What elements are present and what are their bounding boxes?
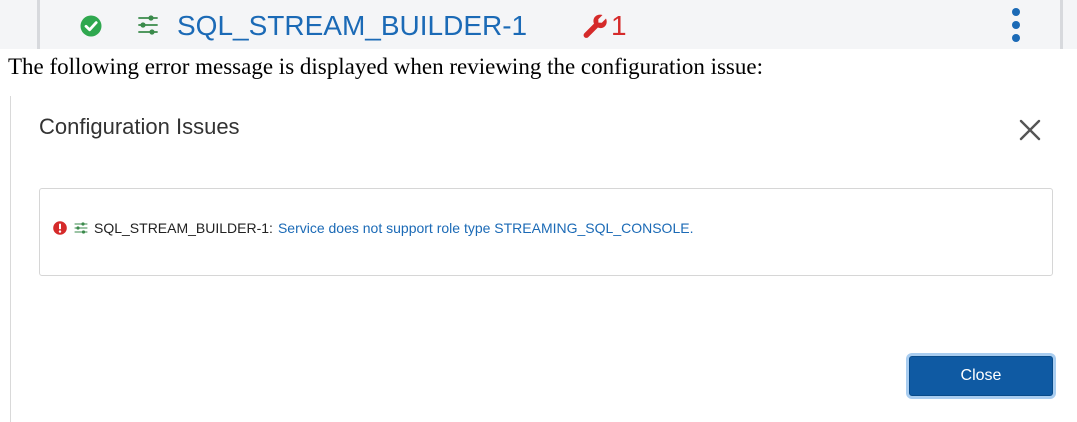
configuration-issues-dialog: Configuration Issues SQL_STREAM_BUILDER-… (0, 96, 1077, 422)
configuration-issues-indicator[interactable]: 1 (582, 6, 627, 46)
issue-item: SQL_STREAM_BUILDER-1: Service does not s… (53, 217, 693, 239)
check-circle-icon (80, 15, 102, 37)
dialog-border (10, 96, 11, 422)
issue-service-name: SQL_STREAM_BUILDER-1: (94, 220, 273, 236)
stream-builder-icon (74, 222, 88, 234)
issues-panel: SQL_STREAM_BUILDER-1: Service does not s… (39, 188, 1053, 276)
service-name-link[interactable]: SQL_STREAM_BUILDER-1 (177, 6, 527, 46)
stream-builder-icon (138, 15, 158, 35)
divider (1060, 0, 1063, 49)
kebab-menu-icon[interactable] (1002, 7, 1030, 43)
service-row: SQL_STREAM_BUILDER-1 1 (0, 0, 1077, 49)
dialog-title: Configuration Issues (39, 114, 240, 139)
issue-message-link[interactable]: Service does not support role type STREA… (278, 220, 694, 236)
menu-dot (1012, 34, 1020, 42)
divider (37, 0, 40, 49)
caption-text: The following error message is displayed… (8, 54, 763, 79)
wrench-icon (583, 14, 607, 38)
menu-dot (1012, 21, 1020, 29)
configuration-issues-count: 1 (611, 10, 627, 41)
error-icon (53, 221, 67, 235)
close-icon[interactable] (1017, 117, 1043, 143)
close-button[interactable]: Close (909, 356, 1053, 396)
menu-dot (1012, 8, 1020, 16)
